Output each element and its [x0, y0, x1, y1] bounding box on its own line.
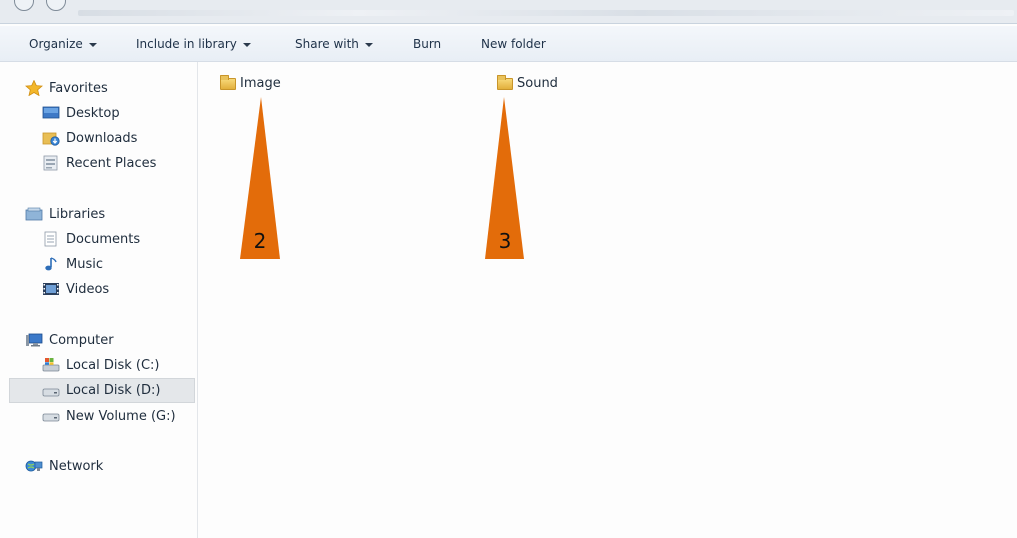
annotation-label-sound: 3: [498, 229, 512, 253]
annotation-label-image: 2: [253, 229, 267, 253]
annotation-overlay: [240, 97, 524, 259]
